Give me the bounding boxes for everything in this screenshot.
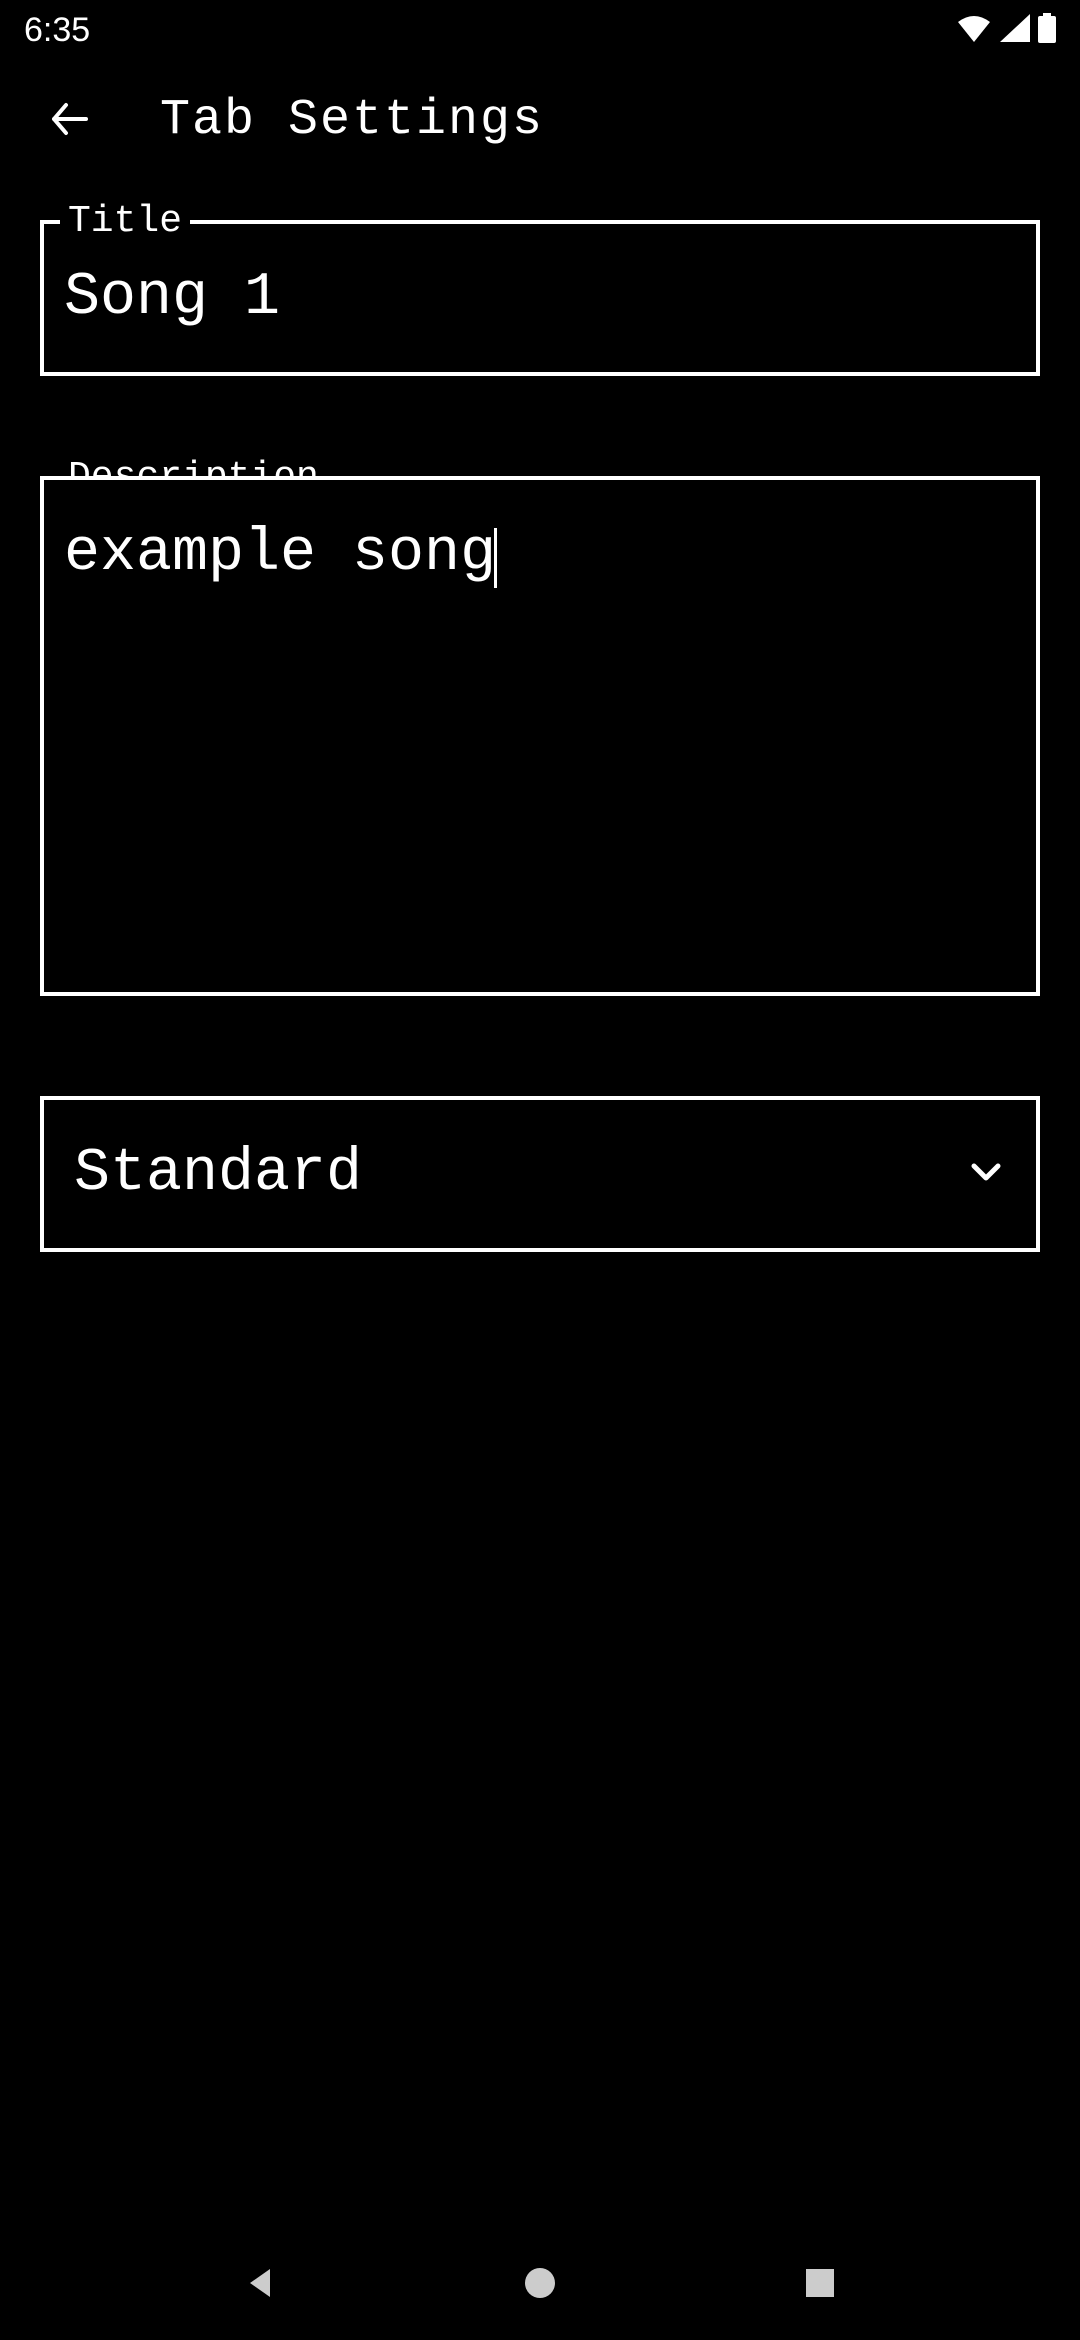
arrow-left-icon [46,95,94,146]
dropdown-selected-value: Standard [74,1140,362,1208]
status-time: 6:35 [24,11,90,50]
system-nav-bar [0,2230,1080,2340]
back-button[interactable] [40,90,100,150]
cell-signal-icon [1000,14,1030,47]
app-bar: Tab Settings [0,60,1080,180]
text-cursor [494,528,497,588]
description-field-wrapper: Description example song [40,476,1040,996]
description-text: example song [64,520,496,588]
title-label: Title [60,200,190,243]
title-field-wrapper: Title [40,220,1040,376]
circle-home-icon [522,2265,558,2306]
nav-recent-button[interactable] [790,2255,850,2315]
nav-home-button[interactable] [510,2255,570,2315]
wifi-icon [956,14,992,47]
triangle-back-icon [242,2265,278,2306]
page-title: Tab Settings [160,92,544,149]
form-area: Title Description example song Standard [0,180,1080,1292]
status-icons [956,13,1056,48]
nav-back-button[interactable] [230,2255,290,2315]
chevron-down-icon [966,1152,1006,1197]
description-input[interactable]: example song [40,476,1040,996]
tuning-dropdown[interactable]: Standard [40,1096,1040,1252]
battery-icon [1038,13,1056,48]
title-input[interactable] [40,220,1040,376]
status-bar: 6:35 [0,0,1080,60]
square-recent-icon [804,2267,836,2304]
